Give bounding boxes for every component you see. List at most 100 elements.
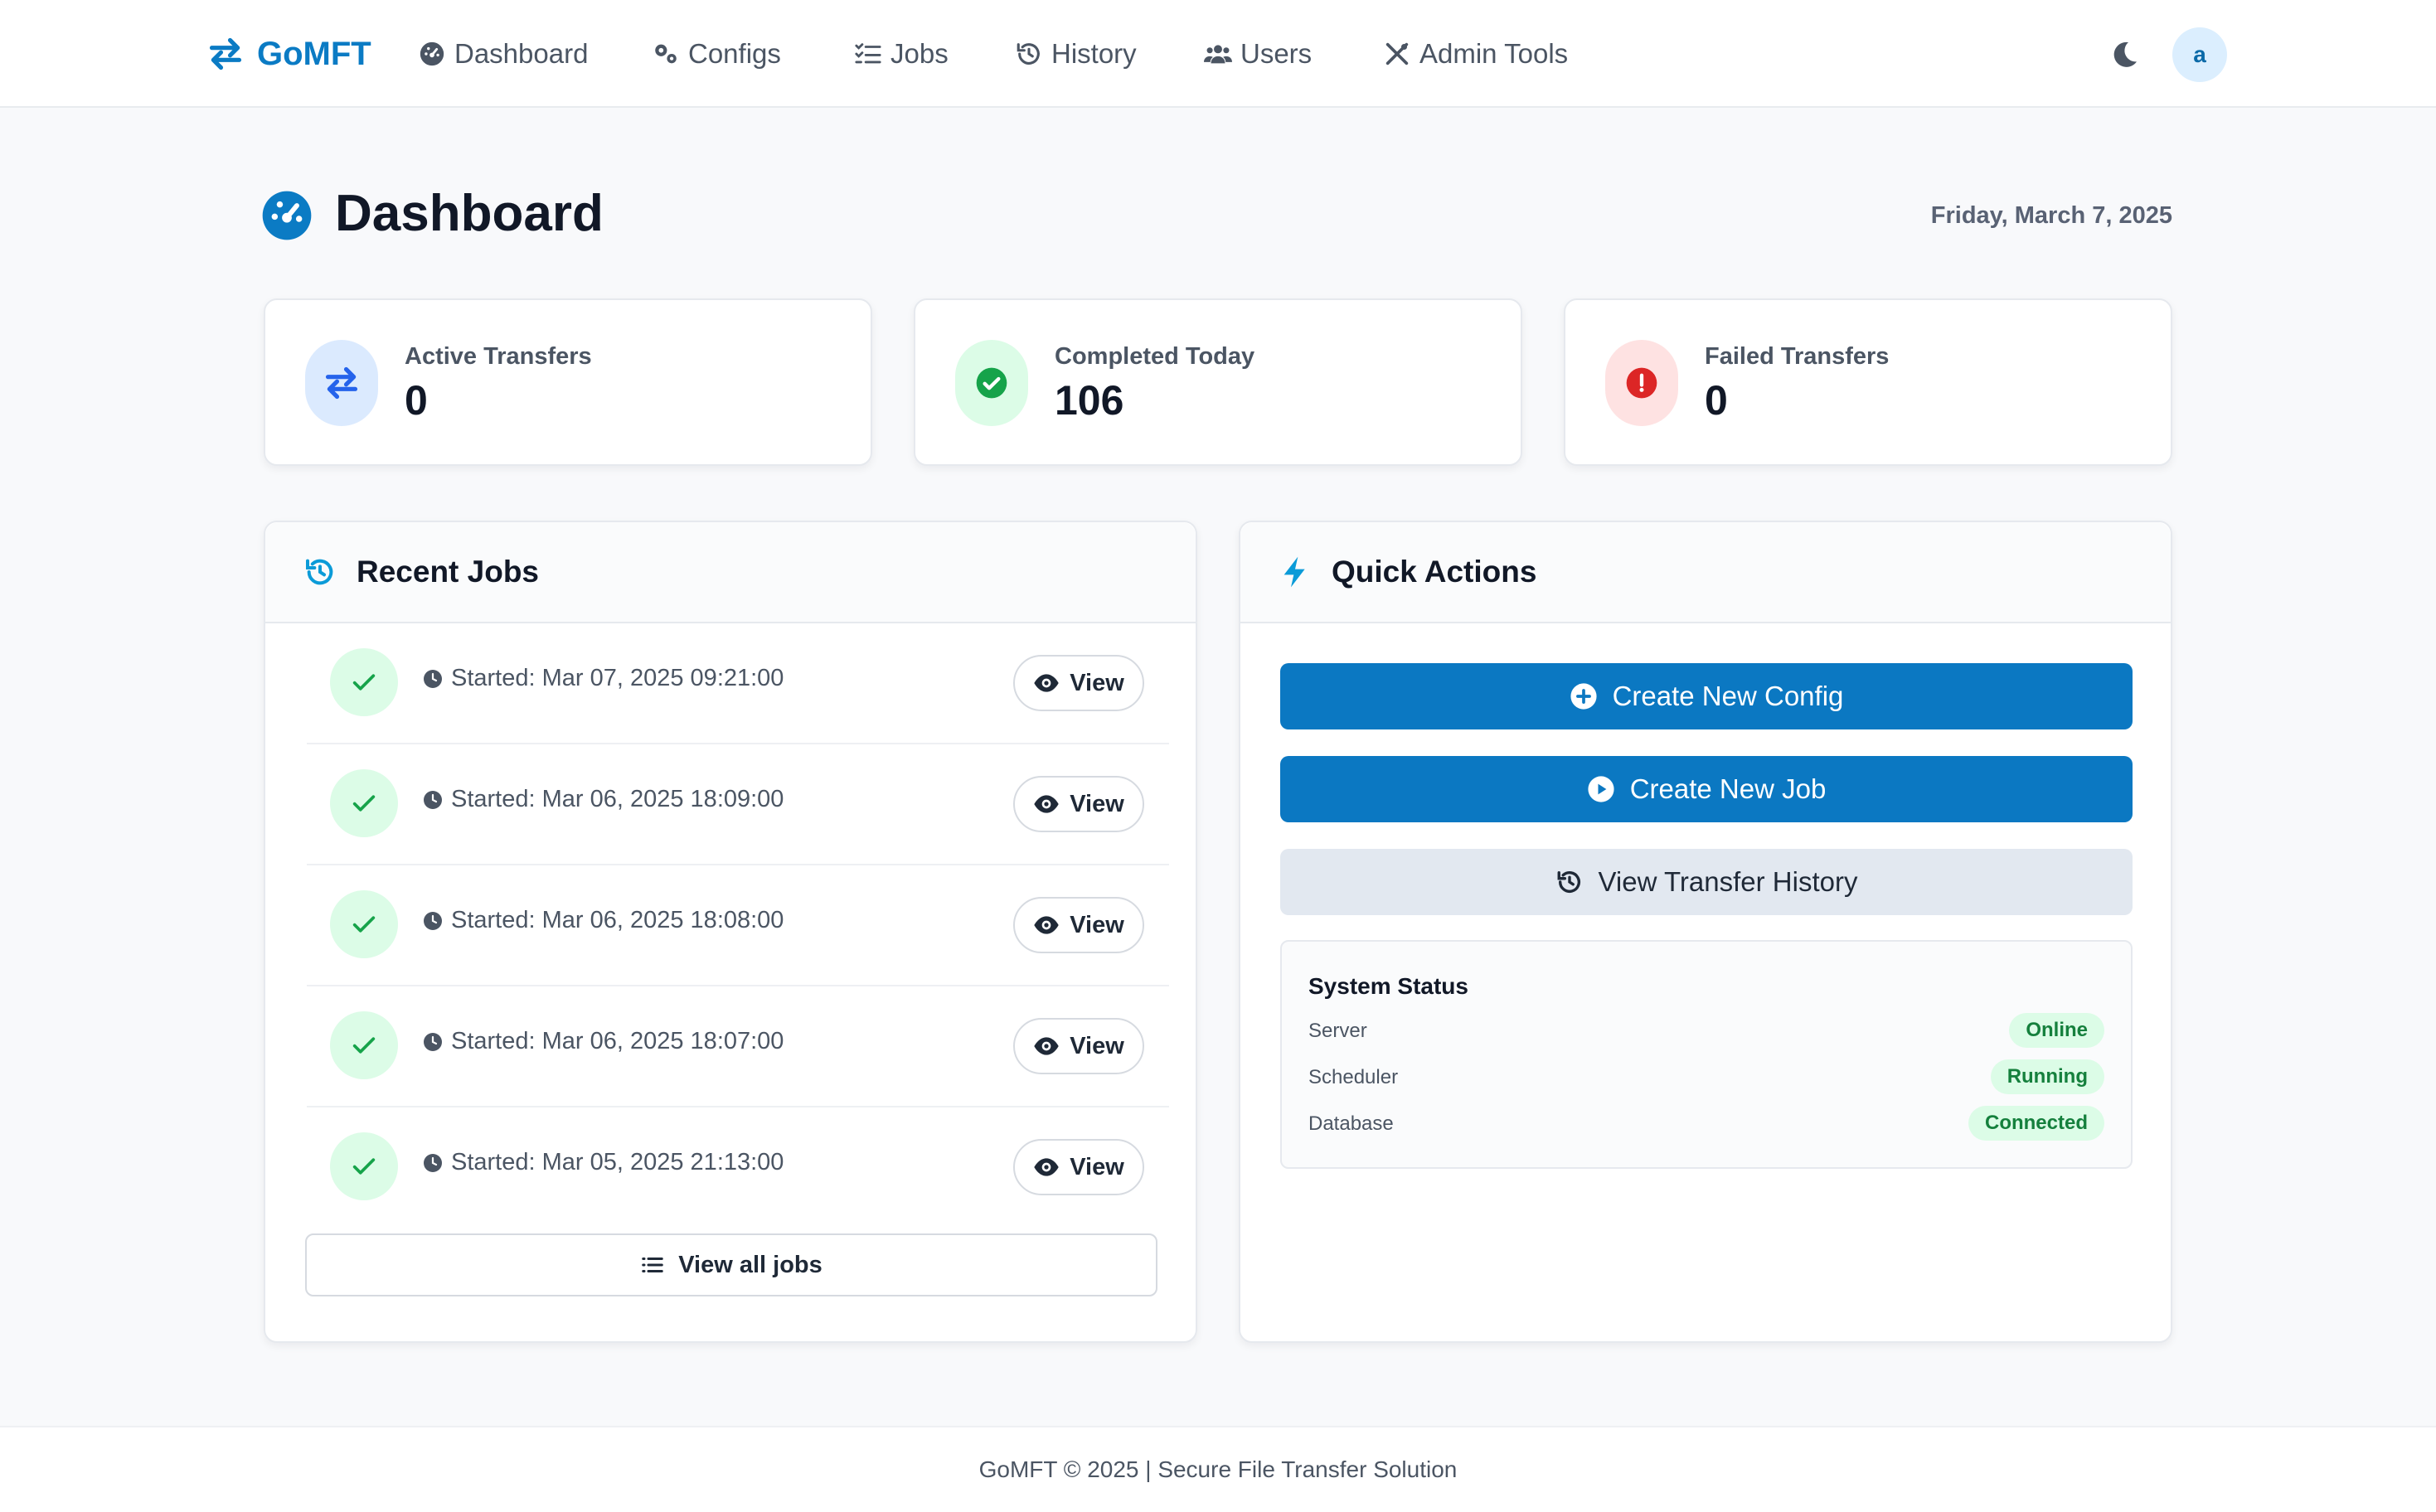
nav-item-history[interactable]: History — [1015, 33, 1137, 75]
current-date: Friday, March 7, 2025 — [1930, 202, 2172, 229]
success-check-icon — [330, 769, 398, 837]
view-label: View — [1070, 1153, 1124, 1180]
stat-icon-wrapper — [1605, 340, 1678, 426]
status-label: Scheduler — [1308, 1066, 1399, 1088]
gears-icon — [655, 44, 677, 64]
stat-card-completed-today: Completed Today 106 — [914, 298, 1522, 466]
job-row: Started: Mar 06, 2025 18:07:00 View — [307, 986, 1169, 1107]
view-job-button[interactable]: View — [1013, 1018, 1144, 1074]
nav-label: History — [1051, 38, 1137, 69]
nav-label: Configs — [688, 38, 781, 69]
button-label: Create New Job — [1629, 773, 1827, 804]
panel-title: Quick Actions — [1332, 555, 1537, 589]
clock-icon — [424, 790, 442, 809]
view-all-jobs-button[interactable]: View all jobs — [305, 1233, 1157, 1296]
status-label: Database — [1308, 1112, 1394, 1135]
stat-value: 106 — [1055, 377, 1124, 424]
nav-item-configs[interactable]: Configs — [652, 33, 781, 75]
system-status-box: System Status Server Online Scheduler Ru… — [1280, 940, 2133, 1169]
view-label: View — [1070, 1032, 1124, 1059]
panel-header: Quick Actions — [1240, 522, 2171, 623]
dashboard-gauge-icon — [420, 41, 444, 66]
stat-card-active-transfers: Active Transfers 0 — [264, 298, 872, 466]
view-transfer-history-button[interactable]: View Transfer History — [1280, 849, 2133, 915]
nav-item-dashboard[interactable]: Dashboard — [418, 33, 588, 75]
job-row: Started: Mar 06, 2025 18:08:00 View — [307, 865, 1169, 986]
status-badge: Running — [1990, 1059, 2104, 1094]
play-circle-icon — [1588, 776, 1614, 802]
top-navbar: GoMFT Dashboard Configs Jobs History Use… — [0, 0, 2436, 108]
view-job-button[interactable]: View — [1013, 897, 1144, 953]
job-time-text: Started: Mar 05, 2025 21:13:00 — [451, 1149, 784, 1175]
clock-icon — [424, 911, 442, 930]
job-start-time: Started: Mar 05, 2025 21:13:00 — [423, 1149, 784, 1176]
status-badge: Connected — [1968, 1106, 2104, 1141]
brand-name: GoMFT — [257, 35, 371, 72]
status-row-server: Server Online — [1308, 1013, 2104, 1048]
nav-label: Dashboard — [454, 38, 589, 69]
success-check-icon — [330, 1011, 398, 1079]
job-time-text: Started: Mar 07, 2025 09:21:00 — [451, 665, 784, 691]
stat-label: Active Transfers — [405, 343, 592, 370]
page-title: Dashboard — [335, 185, 604, 242]
button-label: Create New Config — [1612, 681, 1844, 711]
clock-icon — [424, 1032, 442, 1051]
view-job-button[interactable]: View — [1013, 655, 1144, 711]
bolt-icon — [1284, 556, 1305, 588]
status-row-scheduler: Scheduler Running — [1308, 1059, 2104, 1094]
check-circle-icon — [976, 367, 1007, 399]
clock-icon — [424, 669, 442, 688]
stat-value: 0 — [405, 377, 428, 424]
job-start-time: Started: Mar 06, 2025 18:08:00 — [423, 907, 784, 934]
job-start-time: Started: Mar 06, 2025 18:07:00 — [423, 1028, 784, 1055]
job-row: Started: Mar 06, 2025 18:09:00 View — [307, 744, 1169, 865]
nav-item-jobs[interactable]: Jobs — [854, 33, 949, 75]
view-label: View — [1070, 911, 1124, 938]
stat-label: Completed Today — [1055, 343, 1255, 370]
eye-icon — [1034, 1158, 1059, 1176]
moon-icon[interactable] — [2108, 38, 2141, 71]
list-icon — [642, 1258, 663, 1272]
create-new-config-button[interactable]: Create New Config — [1280, 663, 2133, 729]
eye-icon — [1034, 916, 1059, 934]
view-all-label: View all jobs — [678, 1251, 823, 1278]
nav-item-users[interactable]: Users — [1204, 33, 1312, 75]
footer: GoMFT © 2025 | Secure File Transfer Solu… — [0, 1426, 2436, 1512]
brand-logo[interactable]: GoMFT — [207, 32, 371, 76]
stat-icon-wrapper — [955, 340, 1028, 426]
job-row: Started: Mar 05, 2025 21:13:00 View — [307, 1107, 1169, 1228]
view-job-button[interactable]: View — [1013, 1139, 1144, 1195]
arrows-exchange-icon — [325, 366, 358, 400]
view-label: View — [1070, 790, 1124, 817]
nav-item-admin-tools[interactable]: Admin Tools — [1383, 33, 1568, 75]
list-check-icon — [855, 43, 881, 64]
quick-actions-panel: Quick Actions Create New Config Create N… — [1239, 521, 2172, 1343]
job-start-time: Started: Mar 07, 2025 09:21:00 — [423, 665, 784, 692]
history-icon — [306, 559, 333, 585]
arrows-exchange-icon — [209, 37, 242, 70]
job-time-text: Started: Mar 06, 2025 18:07:00 — [451, 1028, 784, 1054]
eye-icon — [1034, 674, 1059, 692]
users-icon — [1204, 45, 1232, 64]
create-new-job-button[interactable]: Create New Job — [1280, 756, 2133, 822]
history-icon — [1017, 43, 1040, 65]
view-job-button[interactable]: View — [1013, 776, 1144, 832]
nav-label: Jobs — [890, 38, 949, 69]
plus-circle-icon — [1570, 683, 1597, 710]
tools-icon — [1385, 42, 1409, 65]
dashboard-gauge-icon — [262, 191, 312, 240]
job-time-text: Started: Mar 06, 2025 18:08:00 — [451, 907, 784, 933]
footer-text: GoMFT © 2025 | Secure File Transfer Solu… — [978, 1456, 1458, 1482]
job-start-time: Started: Mar 06, 2025 18:09:00 — [423, 786, 784, 813]
status-label: Server — [1308, 1020, 1367, 1042]
success-check-icon — [330, 890, 398, 958]
system-status-title: System Status — [1308, 973, 1468, 999]
success-check-icon — [330, 1132, 398, 1200]
user-avatar[interactable]: a — [2172, 27, 2227, 82]
view-label: View — [1070, 669, 1124, 696]
status-row-database: Database Connected — [1308, 1106, 2104, 1141]
success-check-icon — [330, 648, 398, 716]
eye-icon — [1034, 795, 1059, 813]
button-label: View Transfer History — [1598, 866, 1858, 897]
stat-label: Failed Transfers — [1705, 343, 1890, 370]
